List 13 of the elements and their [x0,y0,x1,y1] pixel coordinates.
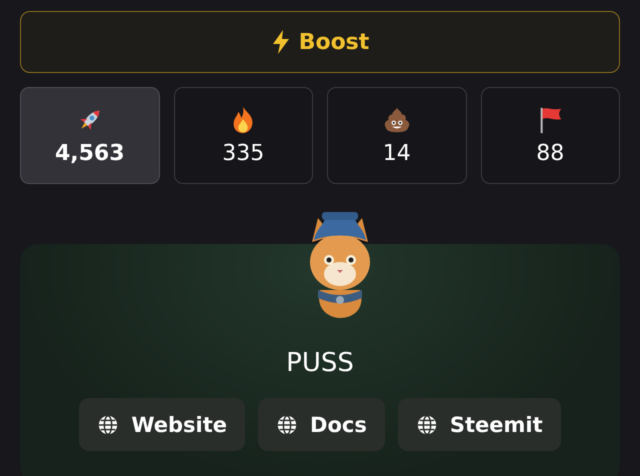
link-button[interactable]: Steemit [398,398,561,451]
reaction-button[interactable]: 4,563 [20,87,160,184]
reaction-button[interactable]: 88 [480,87,620,184]
globe-icon [276,414,298,436]
token-name: PUSS [286,348,354,378]
link-button[interactable]: Website [79,398,246,451]
reaction-button[interactable]: 335 [174,87,313,184]
link-button[interactable]: Docs [258,398,385,451]
globe-icon [97,414,120,436]
lightning-icon [270,30,291,54]
globe-icon [416,414,438,436]
reaction-button[interactable]: 14 [327,87,466,184]
boost-button[interactable]: Boost [20,11,620,73]
